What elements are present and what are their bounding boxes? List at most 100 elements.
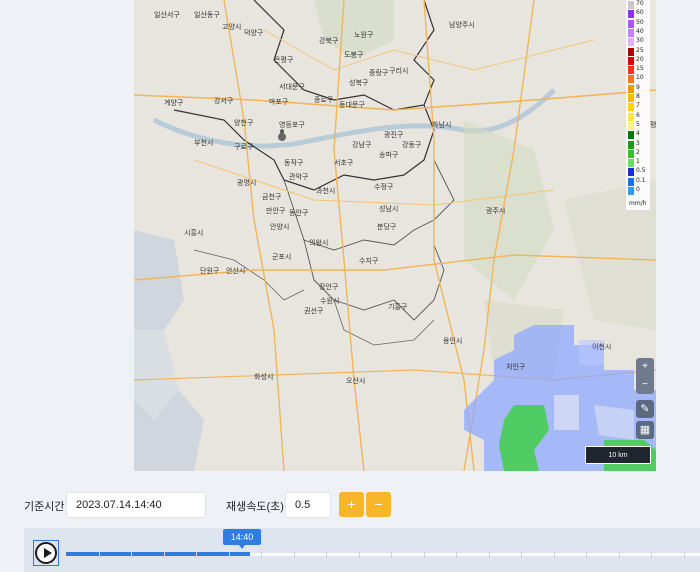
legend-level: 1	[636, 158, 640, 166]
place-label: 수정구	[374, 183, 394, 191]
legend-swatch	[628, 121, 634, 130]
play-button[interactable]	[35, 542, 57, 564]
legend-swatch	[628, 84, 634, 93]
legend-level: 25	[636, 46, 644, 54]
timeline-tick	[293, 552, 295, 558]
place-label: 서초구	[334, 159, 354, 167]
timeline-tick	[98, 552, 100, 558]
legend-swatch	[628, 38, 634, 47]
place-label: 의왕시	[309, 239, 329, 247]
radar-map[interactable]: 일산서구 일산동구 고양시 덕양구 남양주시 강북구 노원구 은평구 도봉구 성…	[134, 0, 656, 471]
map-layer-icon[interactable]: ▦	[636, 421, 654, 439]
place-label: 강북구	[319, 37, 339, 45]
timeline-tick	[261, 552, 262, 558]
legend-swatch	[628, 1, 634, 9]
place-label: 하남시	[432, 121, 452, 129]
place-label: 중랑구	[369, 69, 389, 77]
place-label: 광진구	[384, 131, 404, 139]
zoom-control[interactable]: + −	[636, 358, 654, 394]
place-label: 권선구	[304, 307, 324, 315]
place-label: 동대문구	[339, 101, 365, 109]
legend-swatch	[628, 168, 634, 177]
place-label: 금천구	[262, 193, 282, 201]
legend-level: 6	[636, 111, 640, 119]
legend-swatch	[628, 131, 634, 140]
legend-level: 0.1	[636, 176, 646, 184]
timeline-tick	[423, 552, 425, 558]
place-label: 분당구	[377, 223, 397, 231]
place-label: 동작구	[284, 159, 304, 167]
legend-level: 15	[636, 65, 644, 73]
legend-swatch	[628, 56, 634, 65]
place-label: 수지구	[359, 257, 379, 265]
timeline-tick	[651, 552, 652, 558]
place-label: 덕양구	[244, 29, 264, 37]
legend-level: 20	[636, 55, 644, 63]
legend-level: 8	[636, 93, 640, 100]
place-label: 일산동구	[194, 11, 220, 19]
speed-increase-button[interactable]: +	[339, 492, 364, 517]
timeline-tick	[618, 552, 620, 558]
zoom-out-button[interactable]: −	[636, 376, 654, 394]
place-label: 장안구	[319, 283, 339, 291]
legend-swatch	[628, 140, 634, 149]
place-label: 남양주시	[449, 21, 475, 29]
legend-swatch	[628, 159, 634, 168]
legend-level: 0	[636, 186, 640, 193]
timeline-progress	[66, 552, 250, 556]
legend-swatch	[628, 47, 634, 56]
place-label: 양천구	[234, 119, 254, 127]
place-label: 강남구	[352, 141, 372, 149]
place-label: 안양시	[270, 223, 290, 231]
place-label: 고양시	[222, 23, 242, 31]
legend-swatch	[628, 149, 634, 158]
place-label: 용인시	[443, 337, 463, 345]
legend-level: 0.5	[636, 167, 646, 175]
legend-swatch	[628, 94, 634, 102]
place-label: 처인구	[506, 363, 526, 371]
legend-swatch	[628, 75, 634, 84]
legend-level: 70	[636, 0, 644, 7]
place-label: 과천시	[316, 187, 336, 195]
timeline-tick	[456, 552, 457, 558]
map-side-label: 평	[650, 122, 657, 129]
place-label: 영등포구	[279, 121, 305, 129]
legend-level: 50	[636, 18, 644, 26]
place-label: 단원구	[200, 267, 220, 275]
timeline-tick	[131, 552, 132, 558]
timeline-tick	[553, 552, 555, 558]
legend-swatch	[628, 103, 634, 112]
place-label: 기흥구	[388, 303, 408, 311]
speed-decrease-button[interactable]: −	[366, 492, 391, 517]
place-label: 마포구	[269, 98, 289, 106]
place-label: 성북구	[349, 79, 369, 87]
place-label: 서대문구	[279, 83, 305, 91]
timeline-tick	[391, 552, 392, 558]
legend-level: 40	[636, 27, 644, 35]
place-label: 강동구	[402, 141, 422, 149]
timeline-tick	[683, 552, 685, 558]
place-label: 수원시	[320, 297, 340, 305]
legend-level: 4	[636, 130, 640, 138]
base-time-label: 기준시간	[24, 501, 65, 513]
legend-swatch	[628, 66, 634, 75]
playback-speed-field[interactable]: 0.5	[285, 492, 331, 518]
place-label: 광주시	[486, 207, 506, 215]
legend-level: 60	[636, 9, 644, 17]
zoom-in-button[interactable]: +	[636, 358, 654, 376]
base-time-field[interactable]: 2023.07.14.14:40	[66, 492, 206, 518]
legend-swatch	[628, 28, 634, 37]
place-label: 송파구	[379, 151, 399, 159]
ruler-icon[interactable]: ✎	[636, 400, 654, 418]
place-label: 일산서구	[154, 11, 180, 19]
legend-swatch	[628, 187, 634, 195]
timeline-tick	[521, 552, 522, 558]
legend-swatch	[628, 177, 634, 186]
place-label: 관악구	[289, 173, 309, 181]
scale-bar: 10 km	[585, 446, 651, 464]
place-label: 종로구	[314, 96, 334, 104]
legend-swatch	[628, 112, 634, 121]
legend-swatch	[628, 19, 634, 28]
timeline-tick	[228, 552, 230, 558]
timeline[interactable]: 14:40	[24, 528, 700, 572]
